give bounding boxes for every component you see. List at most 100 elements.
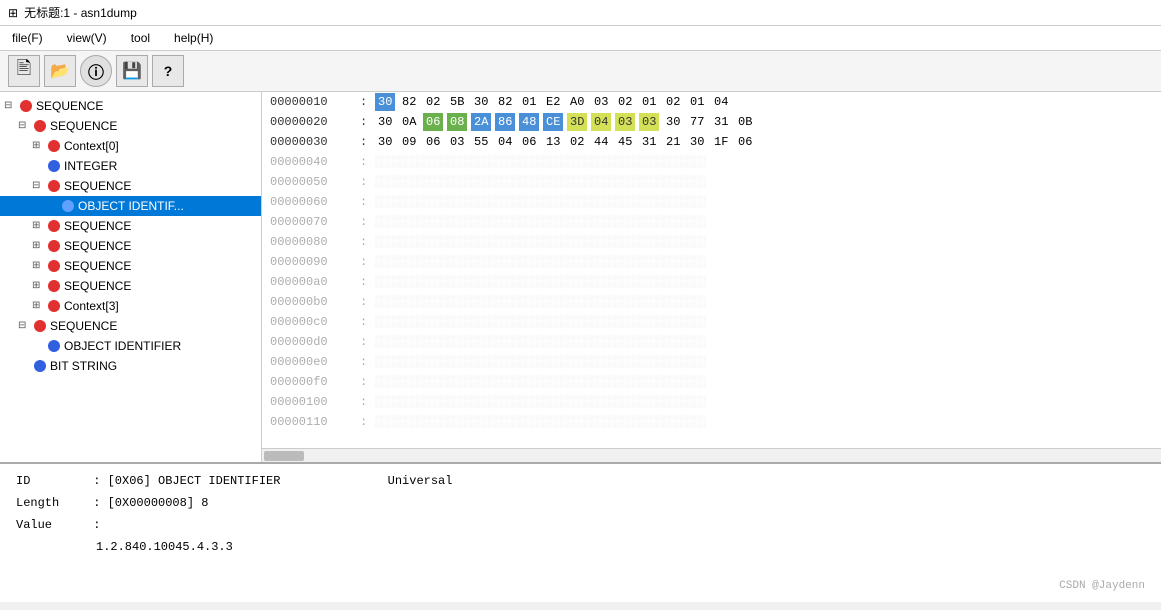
hex-row: 00000100:░░░░░░░░░░░░░░░░░░░░░░░░░░░░░░░… [262, 392, 1161, 412]
tree-label: BIT STRING [50, 357, 117, 375]
info-id-line: ID : [0X06] OBJECT IDENTIFIER Universal [16, 472, 1145, 490]
tree-item-seq2[interactable]: ⊟ SEQUENCE [0, 116, 261, 136]
app-icon: ⊞ [8, 6, 18, 20]
tree-item-oid2[interactable]: OBJECT IDENTIFIER [0, 336, 261, 356]
main-area: ⊟SEQUENCE⊟SEQUENCE⊞Context[0]INTEGER⊟SEQ… [0, 92, 1161, 602]
menu-file[interactable]: file(F) [8, 29, 47, 47]
toolbar: 🖹 📂 ⓘ 💾 ? [0, 51, 1161, 92]
tree-dot [48, 300, 60, 312]
hex-row: 00000070:░░░░░░░░░░░░░░░░░░░░░░░░░░░░░░░… [262, 212, 1161, 232]
hex-row: 00000090:░░░░░░░░░░░░░░░░░░░░░░░░░░░░░░░… [262, 252, 1161, 272]
length-value: [0X00000008] 8 [108, 496, 209, 510]
hex-row: 00000040:░░░░░░░░░░░░░░░░░░░░░░░░░░░░░░░… [262, 152, 1161, 172]
tree-dot [48, 140, 60, 152]
expand-icon[interactable]: ⊞ [32, 257, 46, 275]
tree-dot [48, 280, 60, 292]
hex-row: 00000110:░░░░░░░░░░░░░░░░░░░░░░░░░░░░░░░… [262, 412, 1161, 432]
expand-icon[interactable]: ⊞ [32, 277, 46, 295]
hex-row: 00000050:░░░░░░░░░░░░░░░░░░░░░░░░░░░░░░░… [262, 172, 1161, 192]
tree-item-seq7[interactable]: ⊞ SEQUENCE [0, 276, 261, 296]
expand-icon[interactable]: ⊟ [32, 177, 46, 195]
new-button[interactable]: 🖹 [8, 55, 40, 87]
title-bar: ⊞ 无标题:1 - asn1dump [0, 0, 1161, 26]
hex-empty-rows: 00000040:░░░░░░░░░░░░░░░░░░░░░░░░░░░░░░░… [262, 152, 1161, 432]
tree-label: SEQUENCE [50, 117, 117, 135]
tree-item-ctx3[interactable]: ⊞ Context[3] [0, 296, 261, 316]
expand-icon[interactable]: ⊟ [4, 97, 18, 115]
tree-label: SEQUENCE [50, 317, 117, 335]
tree-dot [20, 100, 32, 112]
info-value-data: 1.2.840.10045.4.3.3 [96, 538, 1145, 556]
tree-item-seq4[interactable]: ⊞ SEQUENCE [0, 216, 261, 236]
hex-row: 000000f0:░░░░░░░░░░░░░░░░░░░░░░░░░░░░░░░… [262, 372, 1161, 392]
expand-icon[interactable]: ⊞ [32, 217, 46, 235]
hex-row: 00000030 : 30 09 06 03 55 04 06 13 02 44… [262, 132, 1161, 152]
tree-item-int1[interactable]: INTEGER [0, 156, 261, 176]
tree-label: SEQUENCE [64, 217, 131, 235]
tree-item-seq8[interactable]: ⊟ SEQUENCE [0, 316, 261, 336]
hex-scrollbar[interactable] [262, 448, 1161, 462]
tree-item-ctx0[interactable]: ⊞ Context[0] [0, 136, 261, 156]
tree-label: SEQUENCE [64, 277, 131, 295]
tree-item-seq5[interactable]: ⊞ SEQUENCE [0, 236, 261, 256]
menu-tool[interactable]: tool [127, 29, 154, 47]
id-value: [0X06] OBJECT IDENTIFIER [108, 474, 281, 488]
save-button[interactable]: 💾 [116, 55, 148, 87]
menu-help[interactable]: help(H) [170, 29, 217, 47]
hex-row: 000000c0:░░░░░░░░░░░░░░░░░░░░░░░░░░░░░░░… [262, 312, 1161, 332]
hex-row: 000000d0:░░░░░░░░░░░░░░░░░░░░░░░░░░░░░░░… [262, 332, 1161, 352]
tree-label: OBJECT IDENTIFIER [64, 337, 181, 355]
tree-dot [48, 180, 60, 192]
tree-label: OBJECT IDENTIF... [78, 197, 184, 215]
tree-item-seq1[interactable]: ⊟ SEQUENCE [0, 96, 261, 116]
info-button[interactable]: ⓘ [80, 55, 112, 87]
tree-label: SEQUENCE [36, 97, 103, 115]
tree-dot [48, 160, 60, 172]
menu-view[interactable]: view(V) [63, 29, 111, 47]
open-button[interactable]: 📂 [44, 55, 76, 87]
hex-row: 00000080:░░░░░░░░░░░░░░░░░░░░░░░░░░░░░░░… [262, 232, 1161, 252]
tree-dot [48, 340, 60, 352]
tree-item-seq3[interactable]: ⊟ SEQUENCE [0, 176, 261, 196]
tree-label: SEQUENCE [64, 177, 131, 195]
hex-row: 000000a0:░░░░░░░░░░░░░░░░░░░░░░░░░░░░░░░… [262, 272, 1161, 292]
tree-item-oid1[interactable]: OBJECT IDENTIF... [0, 196, 261, 216]
scroll-thumb[interactable] [264, 451, 304, 461]
tree-item-seq6[interactable]: ⊞ SEQUENCE [0, 256, 261, 276]
id-label: ID [16, 472, 86, 490]
tree-dot [34, 320, 46, 332]
value-label: Value [16, 516, 86, 534]
tree-dot [34, 360, 46, 372]
info-value-line: Value : [16, 516, 1145, 534]
tree-label: Context[0] [64, 137, 119, 155]
info-panel: ID : [0X06] OBJECT IDENTIFIER Universal … [0, 462, 1161, 602]
content-split: ⊟SEQUENCE⊟SEQUENCE⊞Context[0]INTEGER⊟SEQ… [0, 92, 1161, 462]
tree-dot [48, 240, 60, 252]
help-button[interactable]: ? [152, 55, 184, 87]
hex-row: 00000010 : 30 82 02 5B 30 82 01 E2 A0 03… [262, 92, 1161, 112]
expand-icon[interactable]: ⊞ [32, 137, 46, 155]
tree-item-bits1[interactable]: BIT STRING [0, 356, 261, 376]
tree-dot [34, 120, 46, 132]
expand-icon[interactable]: ⊞ [32, 237, 46, 255]
tree-label: INTEGER [64, 157, 117, 175]
tree-dot [48, 260, 60, 272]
tree-dot [48, 220, 60, 232]
watermark: CSDN @Jaydenn [1059, 580, 1145, 592]
hex-panel: 00000010 : 30 82 02 5B 30 82 01 E2 A0 03… [262, 92, 1161, 448]
tree-dot [62, 200, 74, 212]
expand-icon[interactable]: ⊟ [18, 317, 32, 335]
menu-bar: file(F) view(V) tool help(H) [0, 26, 1161, 51]
value-data: 1.2.840.10045.4.3.3 [96, 540, 233, 554]
tree-label: SEQUENCE [64, 237, 131, 255]
length-label: Length [16, 494, 86, 512]
hex-row: 000000b0:░░░░░░░░░░░░░░░░░░░░░░░░░░░░░░░… [262, 292, 1161, 312]
tree-panel: ⊟SEQUENCE⊟SEQUENCE⊞Context[0]INTEGER⊟SEQ… [0, 92, 262, 462]
tree-label: SEQUENCE [64, 257, 131, 275]
hex-row: 00000020 : 30 0A 06 08 2A 86 48 CE 3D 04… [262, 112, 1161, 132]
expand-icon[interactable]: ⊟ [18, 117, 32, 135]
info-length-line: Length : [0X00000008] 8 [16, 494, 1145, 512]
tree-label: Context[3] [64, 297, 119, 315]
hex-row: 000000e0:░░░░░░░░░░░░░░░░░░░░░░░░░░░░░░░… [262, 352, 1161, 372]
expand-icon[interactable]: ⊞ [32, 297, 46, 315]
